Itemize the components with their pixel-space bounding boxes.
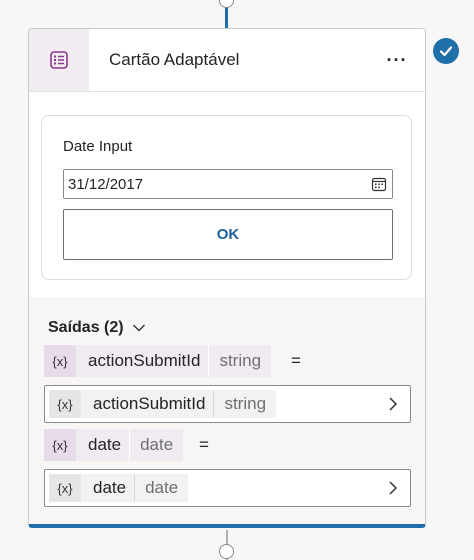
output-variable-pill[interactable]: {x} date date <box>44 429 184 461</box>
ok-button[interactable]: OK <box>63 209 393 260</box>
add-node-bottom-handle[interactable] <box>219 544 234 559</box>
success-check-icon <box>433 38 459 64</box>
variable-icon: {x} <box>44 429 76 461</box>
adaptive-card-icon <box>29 29 89 91</box>
variable-type: string <box>208 345 272 377</box>
adaptive-card-preview: Date Input 31/12/2017 OK <box>41 115 412 280</box>
output-variable-pill[interactable]: {x} actionSubmitId string <box>44 345 272 377</box>
calendar-icon[interactable] <box>371 176 387 192</box>
chevron-right-icon[interactable] <box>386 480 400 496</box>
outputs-section: Saídas (2) {x} actionSubmitId string = {… <box>29 297 425 524</box>
add-node-top-handle[interactable] <box>219 0 234 8</box>
variable-name: actionSubmitId <box>76 345 209 377</box>
date-input-field[interactable]: 31/12/2017 <box>63 169 393 199</box>
variable-icon: {x} <box>49 474 81 502</box>
variable-name: date <box>76 429 130 461</box>
variable-icon: {x} <box>49 390 81 418</box>
adaptive-card-node[interactable]: Cartão Adaptável ··· Date Input 31/12/20… <box>28 28 426 528</box>
chevron-right-icon[interactable] <box>386 396 400 412</box>
equals-sign: = <box>199 435 209 454</box>
equals-sign: = <box>291 351 301 370</box>
card-title: Cartão Adaptável <box>109 50 240 69</box>
more-options-button[interactable]: ··· <box>383 47 411 73</box>
variable-value-field[interactable]: {x} date date <box>44 469 411 507</box>
variable-value-name: actionSubmitId <box>93 394 206 413</box>
card-header: Cartão Adaptável ··· <box>29 29 425 91</box>
variable-value-field[interactable]: {x} actionSubmitId string <box>44 385 411 423</box>
date-input-value: 31/12/2017 <box>68 175 144 193</box>
outputs-toggle[interactable]: Saídas (2) <box>48 319 146 337</box>
variable-value-type: string <box>213 390 276 418</box>
variable-type: date <box>129 429 184 461</box>
divider <box>29 91 425 92</box>
chevron-down-icon <box>132 324 145 332</box>
date-input-label: Date Input <box>63 138 133 155</box>
variable-value-name: date <box>93 478 127 497</box>
variable-value-type: date <box>134 474 188 502</box>
variable-icon: {x} <box>44 345 76 377</box>
outputs-header-label: Saídas (2) <box>48 319 124 336</box>
